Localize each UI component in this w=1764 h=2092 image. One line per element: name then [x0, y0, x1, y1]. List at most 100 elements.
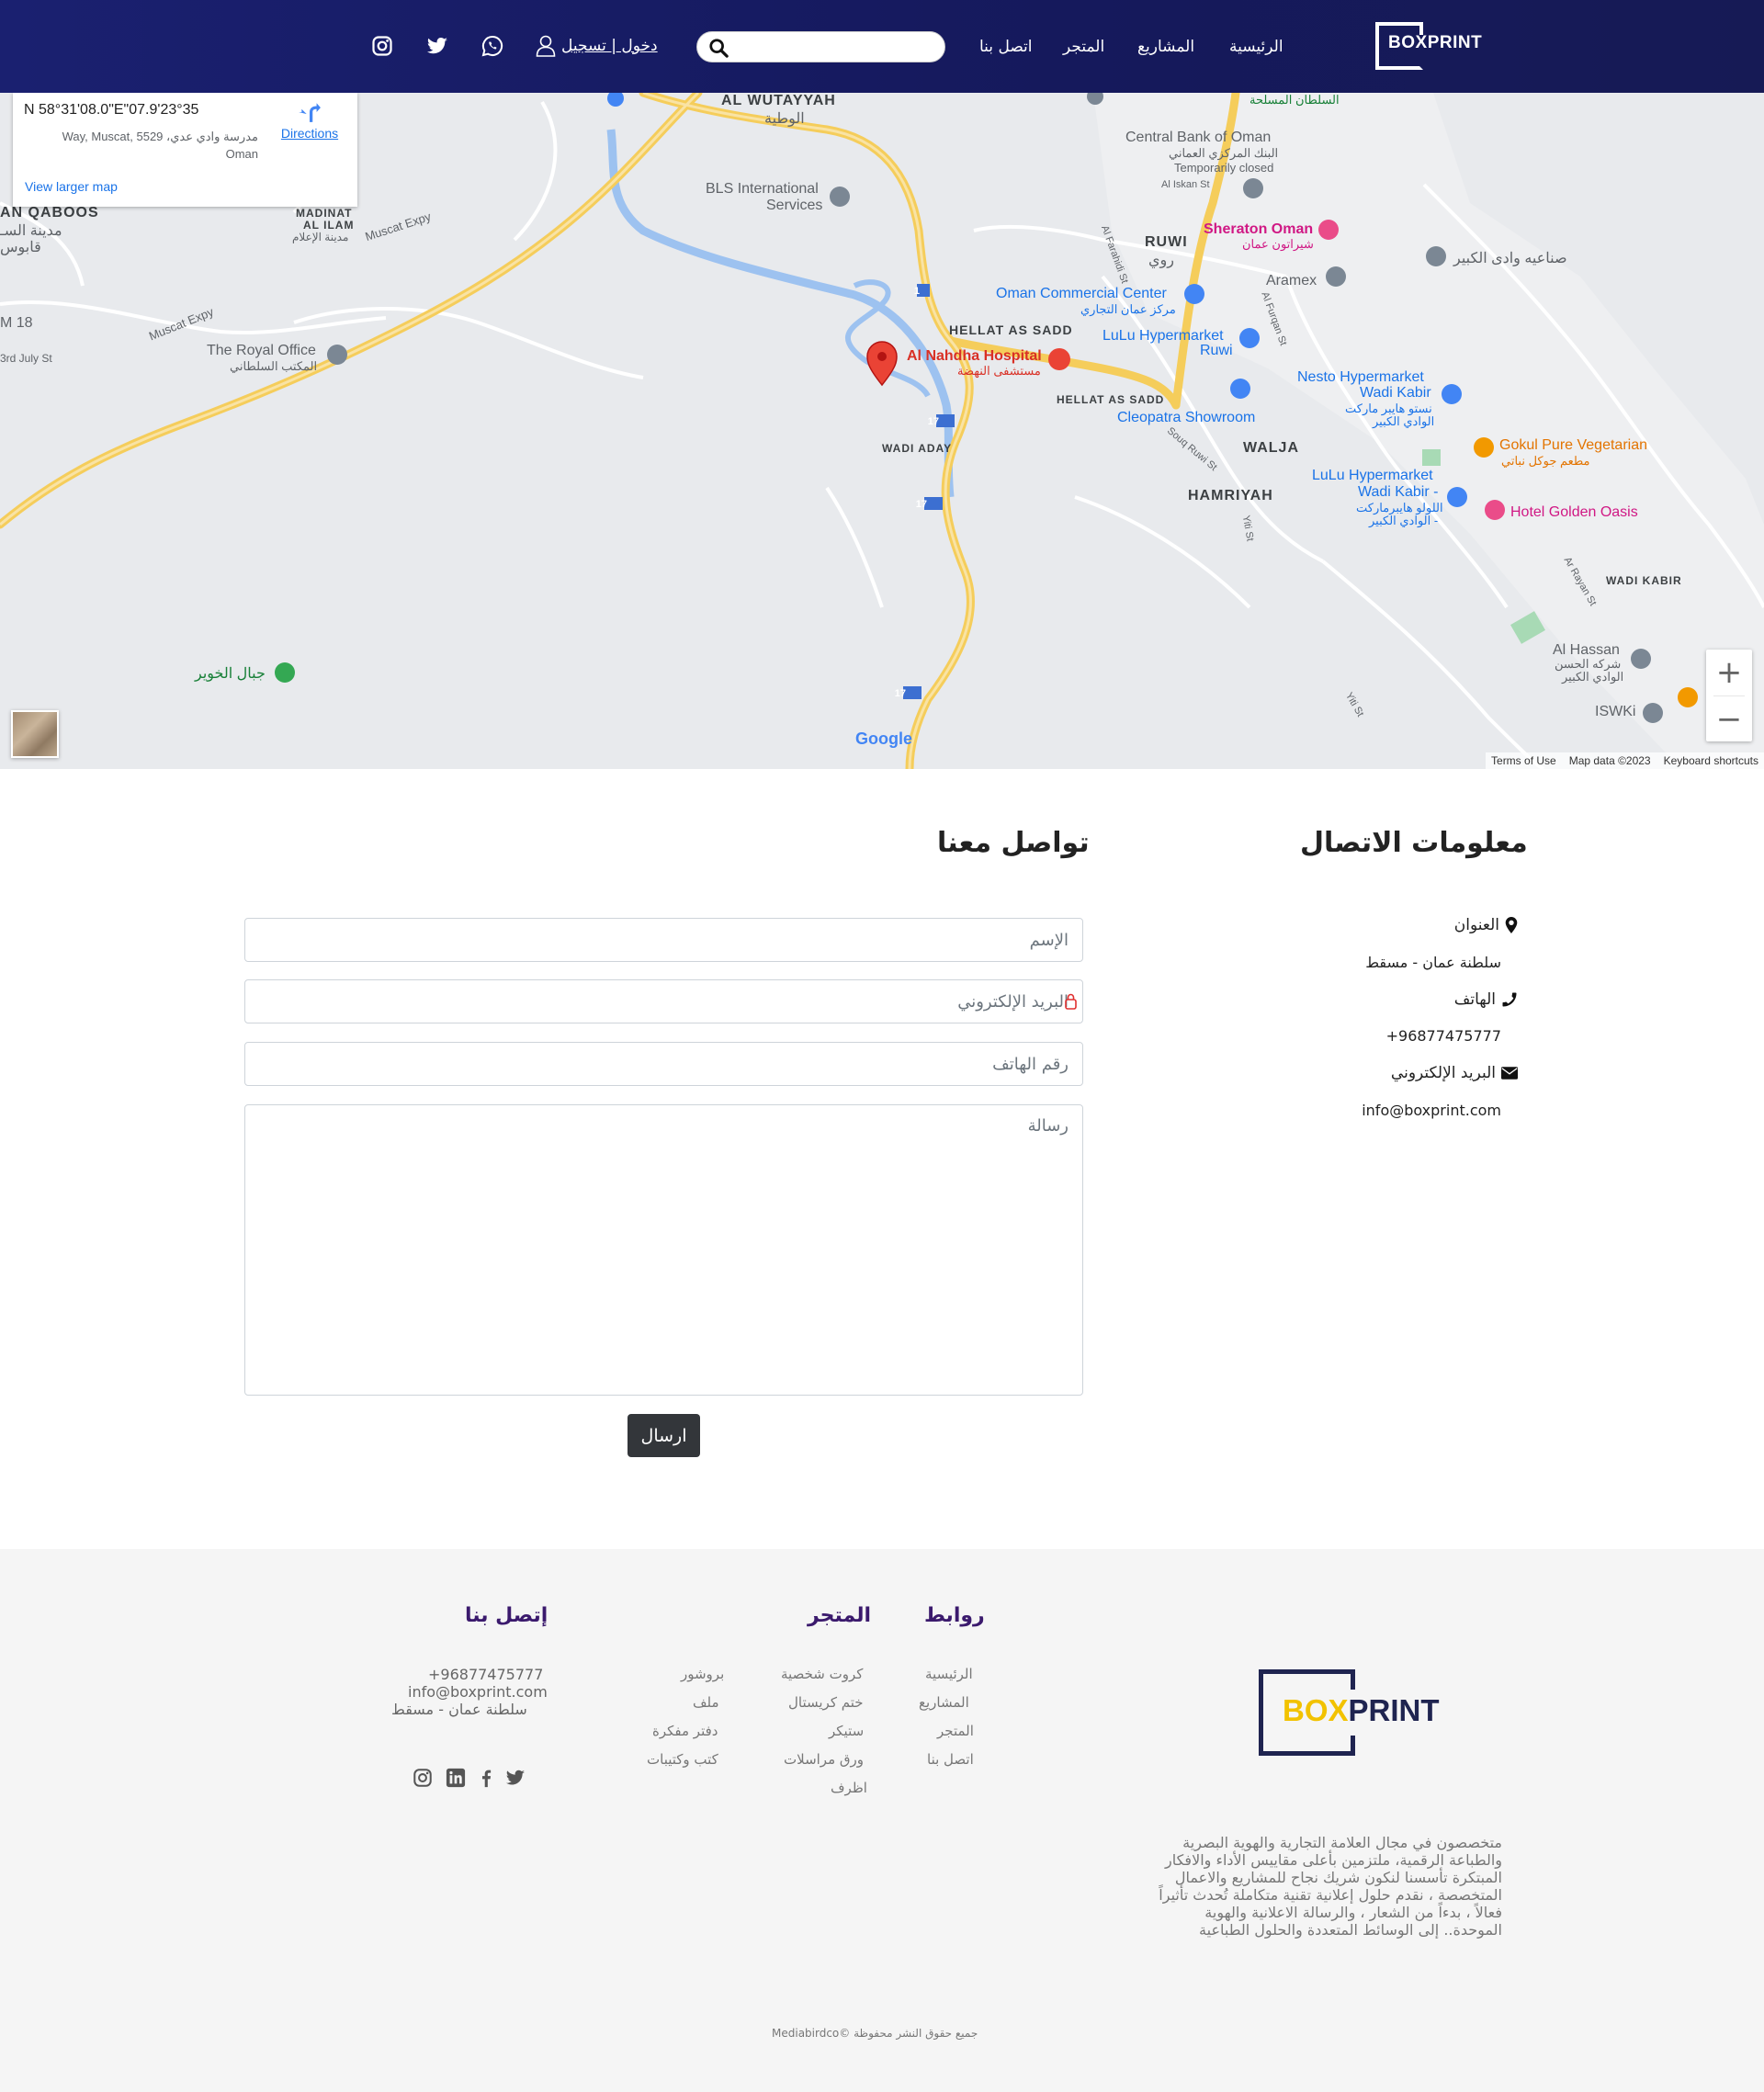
instagram-icon[interactable]	[371, 35, 393, 57]
name-field	[244, 918, 1083, 962]
map-label: البنك المركزي العماني	[1169, 146, 1279, 160]
footer-store-link[interactable]: ستيكر	[829, 1723, 864, 1739]
map-label: السلطان المسلحة	[1250, 93, 1340, 107]
map-coordinates: 23°35'07.9"N 58°31'08.0"E	[24, 102, 199, 118]
phone-label-row: الهاتف	[1454, 990, 1518, 1009]
map-address: مدرسة وادي عدي، Way, Muscat, 5529	[62, 130, 258, 143]
map-label: Hotel Golden Oasis	[1510, 504, 1638, 520]
nav-contact-link[interactable]: اتصل بنا	[979, 38, 1033, 56]
map-label: Sheraton Oman	[1204, 221, 1314, 237]
footer-logo-print-text: PRINT	[1348, 1693, 1440, 1727]
map-label: M 18	[0, 315, 33, 331]
map-label: الوادي الكبير	[1373, 414, 1435, 428]
map-label: صناعيه وادى الكبير	[1453, 251, 1567, 266]
view-larger-map-link[interactable]: View larger map	[25, 179, 118, 194]
phone-input[interactable]	[245, 1043, 1082, 1085]
message-textarea[interactable]	[245, 1105, 1082, 1395]
facebook-icon[interactable]	[476, 1768, 496, 1788]
map-label: مركز عمان التجاري	[1080, 302, 1176, 316]
road-17-shield-c: 17	[895, 688, 906, 699]
nav-home-link[interactable]: الرئيسية	[1229, 38, 1283, 56]
linkedin-icon[interactable]	[446, 1768, 466, 1788]
password-manager-icon[interactable]	[1065, 993, 1077, 1010]
footer-link-home[interactable]: الرئيسية	[925, 1666, 973, 1682]
map-label: شيراتون عمان	[1242, 237, 1314, 251]
map-label: RUWI	[1145, 234, 1188, 250]
nav-contact[interactable]: اتصل بنا	[979, 0, 1033, 93]
whatsapp-icon[interactable]	[481, 35, 503, 57]
twitter-icon[interactable]	[426, 35, 448, 57]
google-map-embed[interactable]: 1 17 17 17 AL WUTAYYAH الوطية BLS Intern…	[0, 93, 1764, 769]
map-label: MADINAT	[296, 207, 353, 220]
map-label: BLS International	[706, 181, 819, 197]
map-label: AN QABOOS	[0, 205, 99, 221]
address-value: سلطنة عمان - مسقط	[1365, 954, 1501, 971]
map-label: Services	[766, 198, 823, 213]
footer-store-link[interactable]: كتب وكتيبات	[647, 1751, 718, 1768]
map-label: Ruwi	[1200, 343, 1233, 358]
footer-store-link[interactable]: بروشور	[681, 1666, 724, 1682]
keyboard-shortcuts-link[interactable]: Keyboard shortcuts	[1664, 754, 1758, 767]
site-footer	[0, 1549, 1764, 2092]
copyright-text: جميع حقوق النشر محفوظة ©Mediabirdco	[772, 2027, 978, 2040]
map-label: HELLAT AS SADD	[1057, 393, 1165, 406]
email-field	[244, 979, 1083, 1023]
phone-field	[244, 1042, 1083, 1086]
behance-icon[interactable]: Bē	[373, 1768, 399, 1788]
terms-of-use-link[interactable]: Terms of Use	[1491, 754, 1556, 767]
map-marker-icon	[1505, 917, 1518, 933]
footer-store-link[interactable]: اظرف	[831, 1780, 867, 1796]
footer-store-title: المتجر	[808, 1604, 872, 1627]
brand-logo[interactable]: BOXPRINT	[1375, 22, 1482, 70]
footer-link-store[interactable]: المتجر	[937, 1723, 974, 1739]
name-input[interactable]	[245, 919, 1082, 961]
nav-store[interactable]: المتجر	[1063, 0, 1104, 93]
instagram-icon[interactable]	[413, 1768, 433, 1788]
map-label: The Royal Office	[207, 343, 316, 358]
map-label: Temporarily closed	[1174, 161, 1274, 175]
nav-home[interactable]: الرئيسية	[1229, 0, 1283, 93]
footer-link-projects[interactable]: المشاريع	[919, 1694, 969, 1711]
nav-projects[interactable]: المشاريع	[1137, 0, 1194, 93]
zoom-out-button[interactable]: −	[1706, 696, 1752, 742]
nav-store-link[interactable]: المتجر	[1063, 38, 1104, 56]
footer-address: سلطنة عمان - مسقط	[391, 1701, 527, 1718]
map-label: ISWKi	[1595, 704, 1636, 719]
logo-box-text: BOX	[1388, 33, 1428, 52]
map-label: الوادي الكبير	[1562, 670, 1624, 684]
directions-link[interactable]: Directions	[273, 100, 346, 141]
footer-logo[interactable]: BOXPRINT	[1283, 1693, 1440, 1728]
map-zoom-controls: + −	[1706, 650, 1752, 741]
search-input[interactable]	[738, 36, 935, 58]
map-label: مطعم جوكل نباتي	[1501, 454, 1590, 468]
directions-icon	[299, 103, 321, 122]
search-icon[interactable]	[708, 38, 729, 58]
zoom-in-button[interactable]: +	[1706, 650, 1752, 695]
footer-store-link[interactable]: كروت شخصية	[781, 1666, 863, 1682]
footer-store-link[interactable]: ملف	[693, 1694, 719, 1711]
footer-store-link[interactable]: ورق مراسلات	[784, 1751, 864, 1768]
login-register-link[interactable]: دخول | تسجيل	[536, 33, 658, 59]
submit-button[interactable]: ارسال	[628, 1414, 700, 1457]
email-label: البريد الإلكتروني	[1390, 1064, 1496, 1082]
footer-contact-title: إتصل بنا	[465, 1604, 548, 1627]
satellite-toggle[interactable]	[11, 710, 59, 758]
map-label: مستشفى النهضة	[957, 364, 1041, 378]
footer-store-link[interactable]: ختم كريستال	[788, 1694, 864, 1711]
email-input[interactable]	[245, 980, 1082, 1023]
directions-label: Directions	[280, 126, 339, 141]
nav-projects-link[interactable]: المشاريع	[1137, 38, 1194, 56]
road-17-shield: 17	[928, 416, 939, 427]
footer-store-link[interactable]: دفتر مفكرة	[652, 1723, 718, 1739]
logo-print-text: PRINT	[1427, 33, 1483, 52]
footer-link-contact[interactable]: اتصل بنا	[927, 1751, 974, 1768]
map-label: مدينة الإعلام	[292, 231, 349, 243]
map-label: مدينة السـ	[0, 223, 62, 239]
user-icon	[536, 35, 556, 57]
search-box	[696, 31, 945, 62]
twitter-icon[interactable]	[505, 1768, 526, 1788]
map-label: Nesto Hypermarket	[1297, 369, 1424, 385]
map-label: AL WUTAYYAH	[721, 93, 836, 108]
map-address-country: Oman	[225, 147, 258, 161]
top-navbar: BOXPRINT الرئيسية المشاريع المتجر اتصل ب…	[0, 0, 1764, 93]
